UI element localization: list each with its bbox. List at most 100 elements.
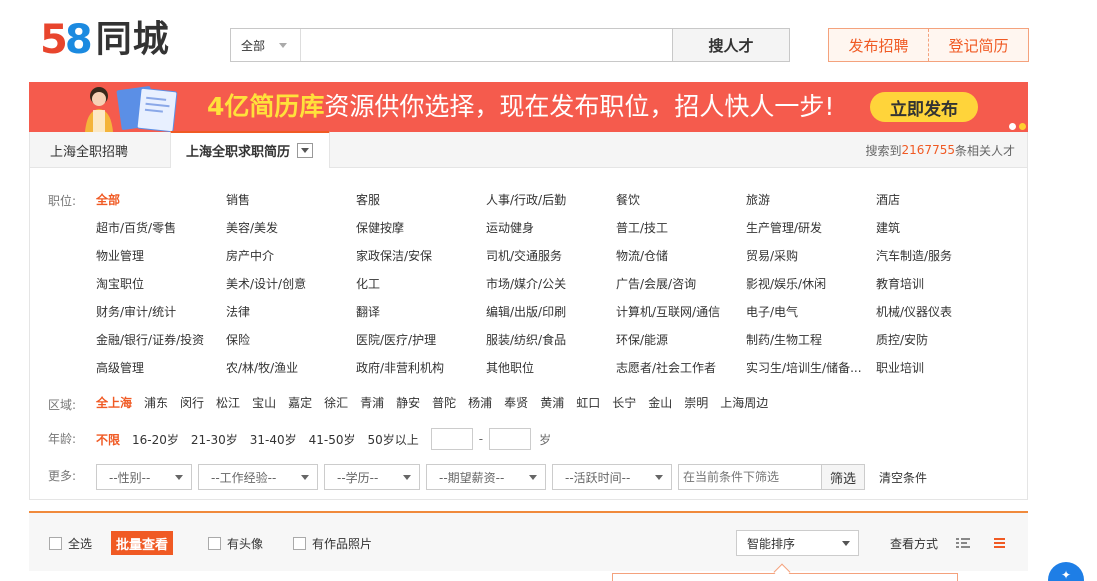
position-option[interactable]: 高级管理 (96, 354, 226, 382)
position-option[interactable]: 医院/医疗/护理 (356, 326, 486, 354)
area-option[interactable]: 静安 (396, 394, 420, 411)
position-option[interactable]: 保健按摩 (356, 214, 486, 242)
area-option[interactable]: 浦东 (144, 394, 168, 411)
compact-list-view-icon[interactable] (992, 537, 1006, 549)
age-option[interactable]: 21-30岁 (191, 431, 238, 448)
area-option[interactable]: 上海周边 (720, 394, 768, 411)
tab-fulltime-jobs[interactable]: 上海全职招聘 (50, 132, 128, 168)
area-option[interactable]: 全上海 (96, 394, 132, 411)
position-option[interactable]: 运动健身 (486, 214, 616, 242)
position-option[interactable]: 普工/技工 (616, 214, 746, 242)
position-option[interactable]: 志愿者/社会工作者 (616, 354, 746, 382)
position-option[interactable]: 机械/仪器仪表 (876, 298, 1006, 326)
age-option[interactable]: 不限 (96, 431, 120, 448)
active-time-select[interactable]: --活跃时间-- (552, 464, 672, 490)
position-option[interactable]: 财务/审计/统计 (96, 298, 226, 326)
position-option[interactable]: 全部 (96, 186, 226, 214)
position-option[interactable]: 电子/电气 (746, 298, 876, 326)
position-option[interactable]: 餐饮 (616, 186, 746, 214)
area-option[interactable]: 虹口 (576, 394, 600, 411)
position-option[interactable]: 司机/交通服务 (486, 242, 616, 270)
position-option[interactable]: 市场/媒介/公关 (486, 270, 616, 298)
area-option[interactable]: 金山 (648, 394, 672, 411)
position-option[interactable]: 汽车制造/服务 (876, 242, 1006, 270)
register-resume-button[interactable]: 登记简历 (928, 29, 1028, 61)
position-option[interactable]: 酒店 (876, 186, 1006, 214)
age-max-input[interactable] (489, 428, 532, 450)
position-option[interactable]: 家政保洁/安保 (356, 242, 486, 270)
position-option[interactable]: 化工 (356, 270, 486, 298)
position-option[interactable]: 保险 (226, 326, 356, 354)
position-option[interactable]: 物流/仓储 (616, 242, 746, 270)
position-option[interactable]: 客服 (356, 186, 486, 214)
position-option[interactable]: 销售 (226, 186, 356, 214)
area-option[interactable]: 杨浦 (468, 394, 492, 411)
position-option[interactable]: 超市/百货/零售 (96, 214, 226, 242)
position-option[interactable]: 法律 (226, 298, 356, 326)
banner-publish-button[interactable]: 立即发布 (870, 92, 978, 122)
area-option[interactable]: 奉贤 (504, 394, 528, 411)
position-option[interactable]: 制药/生物工程 (746, 326, 876, 354)
position-option[interactable]: 美术/设计/创意 (226, 270, 356, 298)
experience-select[interactable]: --工作经验-- (198, 464, 318, 490)
post-job-button[interactable]: 发布招聘 (829, 29, 928, 61)
area-option[interactable]: 崇明 (684, 394, 708, 411)
position-option[interactable]: 旅游 (746, 186, 876, 214)
area-option[interactable]: 普陀 (432, 394, 456, 411)
position-option[interactable]: 政府/非营利机构 (356, 354, 486, 382)
salary-select[interactable]: --期望薪资-- (426, 464, 546, 490)
position-option[interactable]: 影视/娱乐/休闲 (746, 270, 876, 298)
age-option[interactable]: 31-40岁 (250, 431, 297, 448)
position-option[interactable]: 其他职位 (486, 354, 616, 382)
position-option[interactable]: 服装/纺织/食品 (486, 326, 616, 354)
area-option[interactable]: 徐汇 (324, 394, 348, 411)
position-option[interactable]: 广告/会展/咨询 (616, 270, 746, 298)
select-all-checkbox[interactable]: 全选 (49, 513, 92, 573)
area-option[interactable]: 宝山 (252, 394, 276, 411)
banner-dot[interactable] (1009, 123, 1016, 130)
position-option[interactable]: 淘宝职位 (96, 270, 226, 298)
position-option[interactable]: 职业培训 (876, 354, 1006, 382)
search-category-select[interactable]: 全部 (231, 29, 301, 61)
area-option[interactable]: 黄浦 (540, 394, 564, 411)
position-option[interactable]: 环保/能源 (616, 326, 746, 354)
area-option[interactable]: 青浦 (360, 394, 384, 411)
gender-select[interactable]: --性别-- (96, 464, 192, 490)
area-option[interactable]: 嘉定 (288, 394, 312, 411)
sort-select[interactable]: 智能排序 (736, 530, 859, 556)
position-option[interactable]: 房产中介 (226, 242, 356, 270)
position-option[interactable]: 生产管理/研发 (746, 214, 876, 242)
area-option[interactable]: 闵行 (180, 394, 204, 411)
position-option[interactable]: 贸易/采购 (746, 242, 876, 270)
position-option[interactable]: 翻译 (356, 298, 486, 326)
area-option[interactable]: 长宁 (612, 394, 636, 411)
age-option[interactable]: 41-50岁 (309, 431, 356, 448)
search-input[interactable] (301, 29, 672, 61)
position-option[interactable]: 质控/安防 (876, 326, 1006, 354)
search-talent-button[interactable]: 搜人才 (672, 29, 789, 61)
has-avatar-checkbox[interactable]: 有头像 (208, 513, 263, 573)
position-option[interactable]: 教育培训 (876, 270, 1006, 298)
position-option[interactable]: 农/林/牧/渔业 (226, 354, 356, 382)
apply-filter-button[interactable]: 筛选 (822, 464, 866, 490)
position-option[interactable]: 金融/银行/证券/投资 (96, 326, 226, 354)
tab-fulltime-resumes[interactable]: 上海全职求职简历 (170, 131, 330, 168)
chevron-down-icon[interactable] (297, 143, 314, 158)
position-option[interactable]: 人事/行政/后勤 (486, 186, 616, 214)
age-option[interactable]: 16-20岁 (132, 431, 179, 448)
detail-list-view-icon[interactable] (956, 537, 970, 549)
promo-banner[interactable]: 4亿简历库资源供你选择，现在发布职位，招人快人一步! 立即发布 (29, 82, 1028, 132)
age-option[interactable]: 50岁以上 (368, 431, 419, 448)
position-option[interactable]: 物业管理 (96, 242, 226, 270)
site-logo[interactable]: 5 8 同城 (40, 18, 170, 62)
position-option[interactable]: 建筑 (876, 214, 1006, 242)
position-option[interactable]: 美容/美发 (226, 214, 356, 242)
condition-filter-input[interactable] (678, 464, 822, 490)
area-option[interactable]: 松江 (216, 394, 240, 411)
batch-view-button[interactable]: 批量查看 (111, 531, 174, 555)
position-option[interactable]: 编辑/出版/印刷 (486, 298, 616, 326)
banner-dot-active[interactable] (1019, 123, 1026, 130)
floating-help-icon[interactable]: ✦ (1048, 562, 1084, 581)
has-works-checkbox[interactable]: 有作品照片 (293, 513, 372, 573)
position-option[interactable]: 实习生/培训生/储备... (746, 354, 876, 382)
